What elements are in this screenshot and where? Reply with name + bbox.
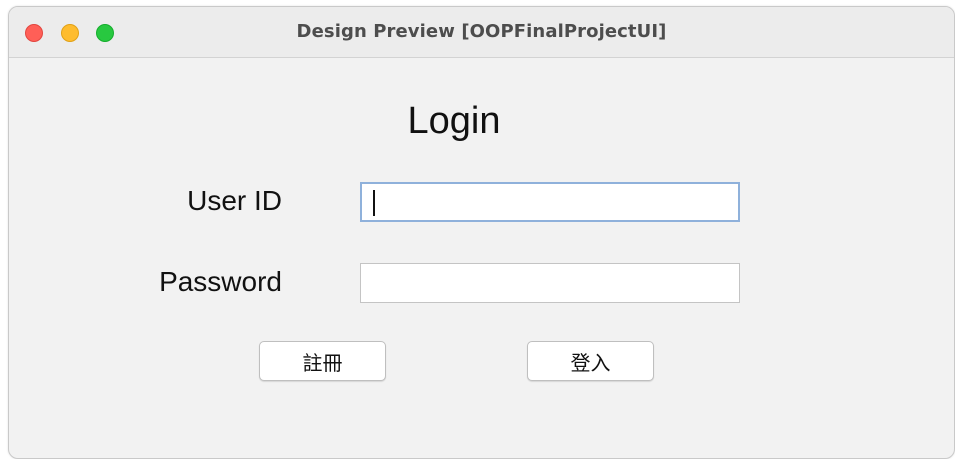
register-button[interactable]: 註冊 [259, 341, 386, 381]
title-bar[interactable]: Design Preview [OOPFinalProjectUI] [9, 7, 954, 58]
login-button[interactable]: 登入 [527, 341, 654, 381]
user-id-label: User ID [187, 185, 282, 216]
user-id-input[interactable] [360, 182, 740, 222]
login-heading: Login [407, 100, 501, 142]
text-cursor [373, 190, 375, 216]
password-label: Password [159, 266, 282, 297]
window-title: Design Preview [OOPFinalProjectUI] [296, 21, 667, 42]
password-input[interactable] [360, 263, 740, 303]
app-window: Design Preview [OOPFinalProjectUI] Login… [8, 6, 955, 459]
login-panel: Login User ID Password 註冊 登入 [9, 58, 954, 458]
